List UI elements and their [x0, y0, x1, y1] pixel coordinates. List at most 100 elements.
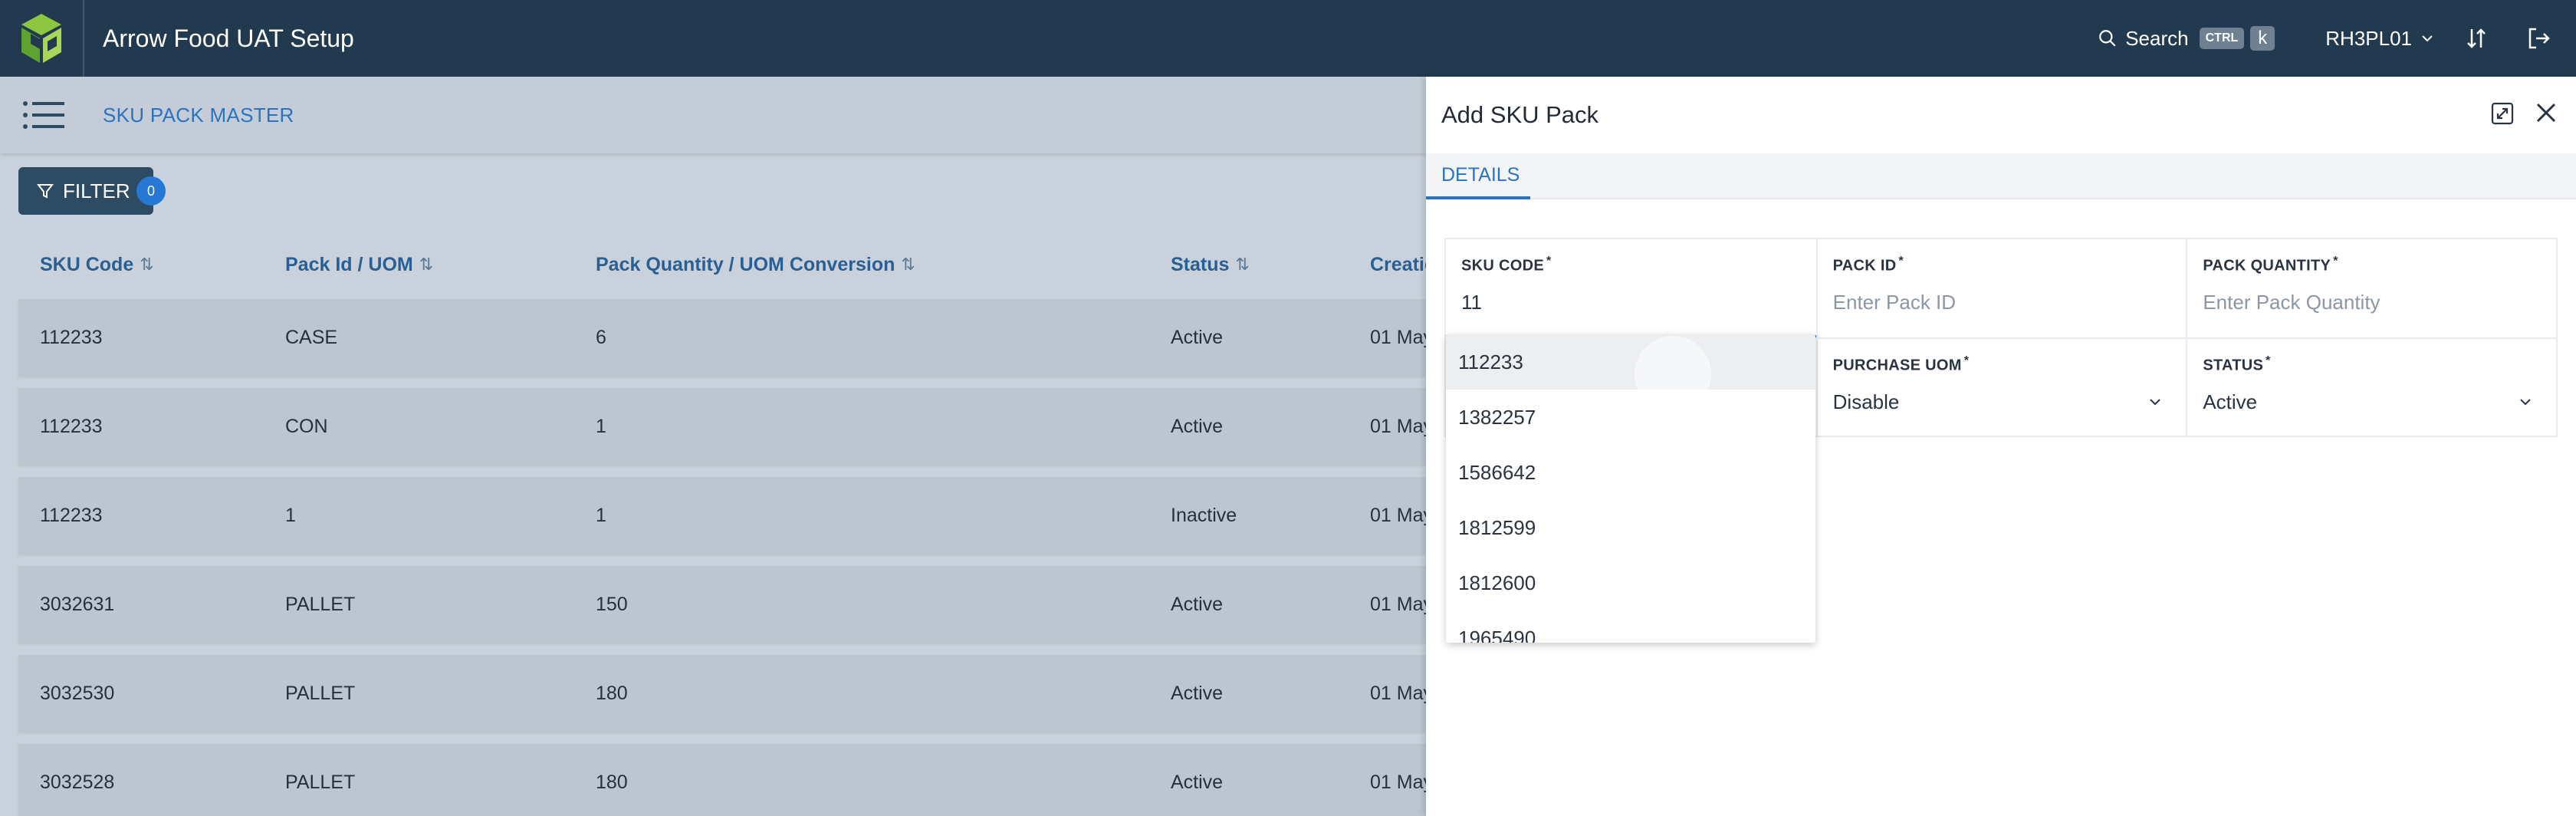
sku-option[interactable]: 112233 — [1446, 334, 1815, 390]
sku-option[interactable]: 1965490 — [1446, 610, 1815, 643]
filter-label: FILTER — [63, 179, 130, 202]
table-row[interactable]: 112233 CON 1 Active 01 May — [18, 388, 1426, 465]
header-actions: Search CTRL k RH3PL01 — [2098, 0, 2576, 77]
click-ripple — [1635, 336, 1711, 413]
cell-created: 01 May — [1370, 771, 1426, 793]
cell-created: 01 May — [1370, 326, 1426, 348]
table-row[interactable]: 3032528 PALLET 180 Active 01 May — [18, 744, 1426, 816]
cell-status: Active — [1171, 326, 1224, 348]
status-label: STATUS * — [2203, 354, 2271, 374]
filter-icon — [37, 184, 54, 199]
cell-pack: PALLET — [285, 593, 356, 615]
hamburger-menu-icon[interactable] — [23, 100, 64, 130]
expand-icon[interactable] — [2490, 101, 2515, 126]
cell-sku: 3032528 — [40, 771, 115, 793]
cell-sku: 112233 — [40, 504, 103, 526]
cell-qty: 150 — [596, 593, 628, 615]
pack-quantity-label: PACK QUANTITY * — [2203, 255, 2338, 275]
sku-code-input[interactable]: 11 — [1461, 291, 1801, 314]
pack-quantity-field[interactable]: PACK QUANTITY * Enter Pack Quantity — [2186, 239, 2556, 337]
purchase-uom-select[interactable]: Disable — [1833, 390, 2171, 414]
col-sku-code[interactable]: SKU Code ⇅ — [18, 254, 264, 276]
filter-count-badge: 0 — [136, 176, 166, 206]
cell-created: 01 May — [1370, 415, 1426, 437]
cell-sku: 3032530 — [40, 682, 115, 704]
table-row[interactable]: 3032530 PALLET 180 Active 01 May — [18, 655, 1426, 732]
cube-logo-icon — [21, 14, 61, 63]
sku-code-dropdown: 112233 1382257 1586642 1812599 1812600 1… — [1446, 334, 1815, 643]
cell-status: Active — [1171, 682, 1224, 704]
sku-code-field[interactable]: SKU CODE * 11 — [1446, 239, 1816, 337]
logout-icon[interactable] — [2527, 26, 2551, 51]
col-status[interactable]: Status ⇅ — [1149, 254, 1349, 276]
user-name: RH3PL01 — [2325, 26, 2412, 50]
pack-id-field[interactable]: PACK ID * Enter Pack ID — [1815, 239, 2187, 337]
cell-status: Inactive — [1171, 504, 1237, 526]
sort-icon[interactable] — [2466, 27, 2487, 50]
table-row[interactable]: 3032631 PALLET 150 Active 01 May — [18, 566, 1426, 643]
cell-pack: 1 — [285, 504, 296, 526]
table-row[interactable]: 112233 1 1 Inactive 01 May — [18, 477, 1426, 554]
form-row-1: SKU CODE * 11 PACK ID * Enter Pack ID PACK… — [1446, 239, 2556, 337]
cell-qty: 1 — [596, 504, 606, 526]
cell-pack: PALLET — [285, 771, 356, 793]
cell-created: 01 May — [1370, 593, 1426, 615]
filter-button[interactable]: FILTER — [18, 167, 153, 215]
status-select[interactable]: Active — [2203, 390, 2541, 414]
close-icon[interactable] — [2533, 100, 2559, 126]
cell-created: 01 May — [1370, 682, 1426, 704]
tab-details[interactable]: DETAILS — [1426, 153, 1530, 199]
search-label: Search — [2125, 26, 2189, 50]
sort-arrows-icon: ⇅ — [901, 255, 915, 274]
drawer-tabs: DETAILS — [1426, 153, 2576, 199]
app-title: Arrow Food UAT Setup — [103, 24, 354, 52]
drawer-title: Add SKU Pack — [1441, 101, 1599, 128]
search-icon — [2099, 30, 2116, 47]
cell-sku: 3032631 — [40, 593, 115, 615]
sku-option[interactable]: 1812600 — [1446, 555, 1815, 610]
col-pack-id[interactable]: Pack Id / UOM ⇅ — [264, 254, 574, 276]
pack-id-label: PACK ID * — [1832, 255, 1904, 275]
cell-qty: 6 — [596, 326, 606, 348]
sku-pack-table: SKU Code ⇅ Pack Id / UOM ⇅ Pack Quantity /… — [18, 230, 1426, 816]
sku-code-label: SKU CODE * — [1461, 255, 1552, 275]
cell-status: Active — [1171, 771, 1224, 793]
sku-option[interactable]: 1382257 — [1446, 390, 1815, 445]
pack-quantity-input[interactable]: Enter Pack Quantity — [2203, 291, 2541, 314]
purchase-uom-field[interactable]: PURCHASE UOM * Disable — [1815, 339, 2187, 436]
cell-pack: CON — [285, 415, 328, 437]
col-creation[interactable]: Creatio — [1349, 254, 1426, 276]
cell-sku: 112233 — [40, 326, 103, 348]
cell-status: Active — [1171, 415, 1224, 437]
cell-qty: 180 — [596, 771, 628, 793]
cell-created: 01 May — [1370, 504, 1426, 526]
sort-arrows-icon: ⇅ — [419, 255, 434, 274]
chevron-down-icon — [2520, 399, 2531, 406]
drawer-header: Add SKU Pack — [1426, 77, 2576, 153]
table-row[interactable]: 112233 CASE 6 Active 01 May — [18, 299, 1426, 376]
cell-pack: CASE — [285, 326, 338, 348]
pack-id-input[interactable]: Enter Pack ID — [1833, 291, 2171, 314]
cell-sku: 112233 — [40, 415, 103, 437]
status-field[interactable]: STATUS * Active — [2186, 339, 2556, 436]
kbd-k: k — [2250, 26, 2275, 51]
cell-qty: 1 — [596, 415, 606, 437]
sku-option[interactable]: 1586642 — [1446, 445, 1815, 500]
top-header: Arrow Food UAT Setup Search CTRL k RH3PL… — [0, 0, 2576, 77]
col-pack-quantity[interactable]: Pack Quantity / UOM Conversion ⇅ — [574, 254, 1149, 276]
chevron-down-icon — [2150, 399, 2161, 406]
cell-pack: PALLET — [285, 682, 356, 704]
user-menu[interactable]: RH3PL01 — [2325, 27, 2435, 51]
sort-arrows-icon: ⇅ — [1235, 255, 1250, 274]
table-header: SKU Code ⇅ Pack Id / UOM ⇅ Pack Quantity /… — [18, 230, 1426, 299]
sub-header: SKU PACK MASTER — [0, 77, 1426, 153]
cell-qty: 180 — [596, 682, 628, 704]
chevron-down-icon — [2422, 35, 2433, 42]
kbd-ctrl: CTRL — [2199, 28, 2245, 49]
sku-option[interactable]: 1812599 — [1446, 500, 1815, 555]
global-search[interactable]: Search CTRL k — [2098, 26, 2275, 51]
app-logo[interactable] — [0, 0, 84, 77]
cell-status: Active — [1171, 593, 1224, 615]
sort-arrows-icon: ⇅ — [140, 255, 154, 274]
purchase-uom-label: PURCHASE UOM * — [1832, 354, 1970, 374]
